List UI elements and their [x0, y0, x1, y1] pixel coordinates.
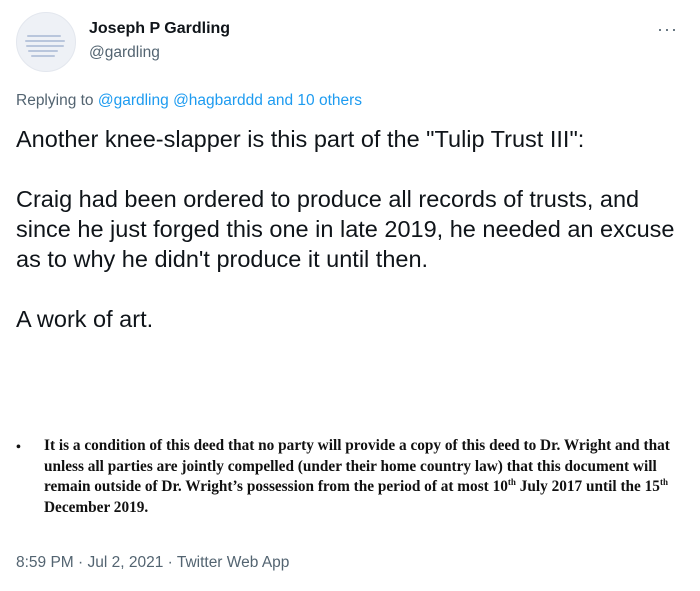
tweet-paragraph-2: Craig had been ordered to produce all re…: [16, 186, 675, 272]
tweet-paragraph-3: A work of art.: [16, 306, 154, 332]
reply-mention-hagbarddd[interactable]: @hagbarddd: [173, 92, 263, 109]
bullet-icon: •: [16, 440, 21, 455]
tweet-paragraph-1: Another knee-slapper is this part of the…: [16, 126, 585, 152]
avatar[interactable]: [16, 12, 76, 72]
reply-context: Replying to @gardling @hagbarddd and 10 …: [16, 92, 362, 110]
document-excerpt-text: It is a condition of this deed that no p…: [44, 437, 670, 516]
document-excerpt-image[interactable]: • It is a condition of this deed that no…: [16, 436, 686, 518]
tweet-timestamp[interactable]: 8:59 PM · Jul 2, 2021 · Twitter Web App: [16, 554, 289, 572]
reply-mention-gardling[interactable]: @gardling: [98, 92, 169, 109]
reply-others-link[interactable]: and 10 others: [267, 92, 362, 109]
more-options-icon[interactable]: ···: [657, 20, 678, 38]
reply-prefix: Replying to: [16, 92, 98, 109]
author-name[interactable]: Joseph P Gardling: [89, 20, 230, 38]
tweet-body: Another knee-slapper is this part of the…: [16, 124, 676, 334]
author-handle[interactable]: @gardling: [89, 44, 160, 62]
